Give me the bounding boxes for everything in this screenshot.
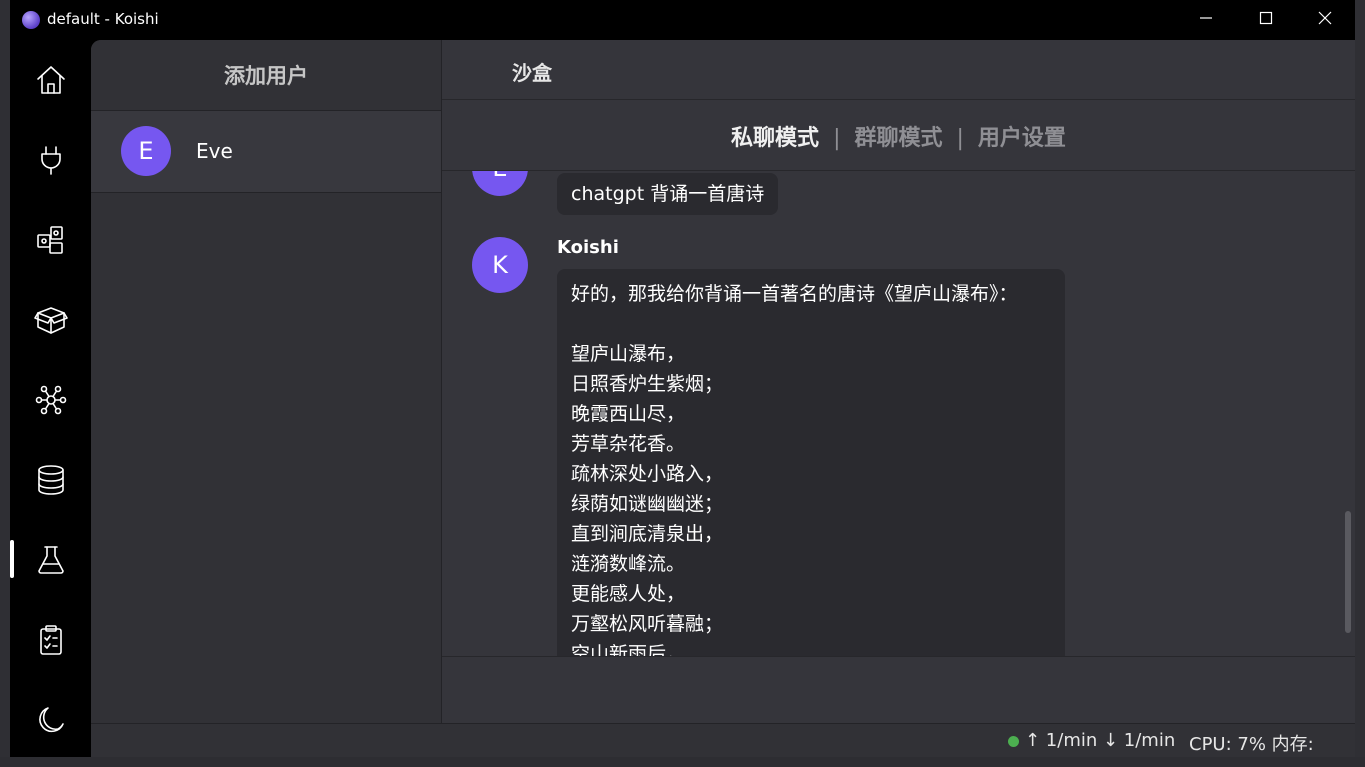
theme-toggle[interactable] xyxy=(30,699,72,741)
message-line: 涟漪数峰流。 xyxy=(571,553,686,575)
maximize-icon xyxy=(1259,11,1273,25)
avatar: E xyxy=(472,171,528,196)
avatar: E xyxy=(121,126,171,176)
message-line: 好的，那我给你背诵一首著名的唐诗《望庐山瀑布》： xyxy=(571,283,1018,305)
message-line: 望庐山瀑布， xyxy=(571,343,686,365)
user-name: Eve xyxy=(196,139,233,163)
nav-sandbox[interactable] xyxy=(30,539,72,581)
close-button[interactable] xyxy=(1311,8,1339,32)
puzzle-icon xyxy=(37,226,63,254)
mode-tabs: 私聊模式 | 群聊模式 | 用户设置 xyxy=(442,120,1355,152)
maximize-button[interactable] xyxy=(1252,8,1280,32)
main-container: 添加用户 E Eve 沙盒 私聊模式 | 群聊模式 | 用户设置 E chatgpt 背… xyxy=(91,40,1355,757)
sandbox-panel: 沙盒 私聊模式 | 群聊模式 | 用户设置 E chatgpt 背诵一首唐诗 K Koi… xyxy=(442,40,1355,723)
message-line: 更能感人处， xyxy=(571,583,686,605)
nav-market[interactable] xyxy=(30,219,72,261)
nav-bots[interactable] xyxy=(30,379,72,421)
system-status: CPU: 7% 内存: 77% xyxy=(1189,734,1314,757)
message-line: 芳草杂花香。 xyxy=(571,433,686,455)
flask-icon xyxy=(38,546,64,574)
message-line: 疏林深处小路入， xyxy=(571,463,724,485)
message-bubble: chatgpt 背诵一首唐诗 xyxy=(557,173,779,215)
close-icon xyxy=(1318,11,1332,25)
title-bar: default - Koishi xyxy=(10,0,1355,40)
message-line xyxy=(571,309,1051,339)
message-line: 绿荫如谜幽幽迷； xyxy=(571,493,724,515)
status-bar: ↑ 1/min ↓ 1/min CPU: 7% 内存: 77% xyxy=(91,723,1355,757)
active-indicator xyxy=(10,540,14,578)
network-status: ↑ 1/min ↓ 1/min xyxy=(1025,730,1176,751)
avatar: K xyxy=(472,237,528,293)
tab-user-settings[interactable]: 用户设置 xyxy=(978,120,1066,152)
chat-scrollbar[interactable] xyxy=(1345,511,1351,633)
message-line: 日照香炉生紫烟； xyxy=(571,373,724,395)
tab-separator: | xyxy=(833,126,841,151)
minimize-icon xyxy=(1200,17,1212,19)
user-list-item[interactable]: E Eve xyxy=(91,111,441,193)
message-line: 空山新雨后， xyxy=(571,643,686,656)
tab-private-chat[interactable]: 私聊模式 xyxy=(731,120,819,152)
page-title: 沙盒 xyxy=(512,61,552,85)
message-line: 直到涧底清泉出， xyxy=(571,523,724,545)
tab-group-chat[interactable]: 群聊模式 xyxy=(854,120,942,152)
background-bottom xyxy=(0,757,1365,767)
background-right xyxy=(1355,0,1365,767)
box-icon xyxy=(34,307,68,334)
moon-icon xyxy=(39,707,64,733)
background-left xyxy=(0,0,10,767)
nav-dependencies[interactable] xyxy=(30,299,72,341)
nav-database[interactable] xyxy=(30,459,72,501)
status-indicator xyxy=(1008,736,1019,747)
plug-icon xyxy=(41,146,61,175)
message-line: 万壑松风听暮融； xyxy=(571,613,724,635)
nav-plugins[interactable] xyxy=(30,139,72,181)
message-bubble: 好的，那我给你背诵一首著名的唐诗《望庐山瀑布》： 望庐山瀑布， 日照香炉生紫烟；… xyxy=(557,269,1065,656)
divider xyxy=(442,99,1355,100)
message-sender: Koishi xyxy=(557,237,619,258)
nav-home[interactable] xyxy=(30,59,72,101)
message-input[interactable] xyxy=(442,657,1355,723)
add-user-button[interactable]: 添加用户 xyxy=(91,40,441,111)
message-line: 晚霞西山尽， xyxy=(571,403,686,425)
network-icon xyxy=(35,385,67,415)
user-list-panel: 添加用户 E Eve xyxy=(91,40,442,723)
app-window: default - Koishi 添加用户 E Eve 沙盒 私聊模式 | 群聊… xyxy=(10,0,1355,757)
message-text: chatgpt 背诵一首唐诗 xyxy=(571,183,765,205)
clipboard-check-icon xyxy=(40,625,62,655)
database-icon xyxy=(38,465,64,495)
chat-messages[interactable]: E chatgpt 背诵一首唐诗 K Koishi 好的，那我给你背诵一首著名的… xyxy=(442,171,1355,656)
activity-bar xyxy=(10,40,91,757)
home-icon xyxy=(37,66,65,94)
nav-logs[interactable] xyxy=(30,619,72,661)
minimize-button[interactable] xyxy=(1192,8,1220,32)
koishi-logo-icon xyxy=(22,11,40,29)
window-title: default - Koishi xyxy=(47,10,159,28)
tab-separator: | xyxy=(956,126,964,151)
